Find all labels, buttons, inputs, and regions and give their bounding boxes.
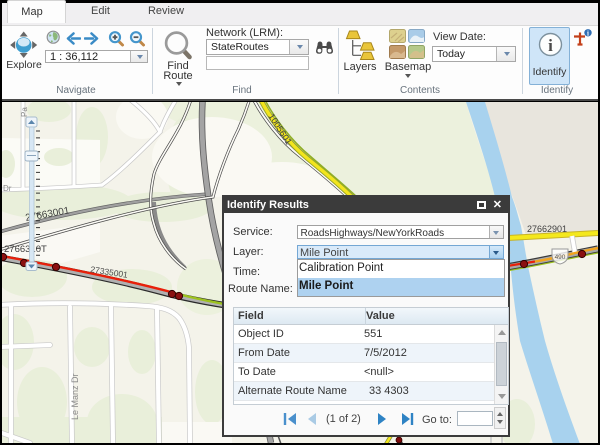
svg-text:Pa: Pa: [20, 107, 29, 117]
svg-text:490: 490: [555, 254, 566, 261]
svg-text:i: i: [587, 30, 589, 38]
svg-text:2766310T: 2766310T: [4, 244, 47, 255]
svg-text:Le Manz Dr: Le Manz Dr: [70, 373, 80, 420]
svg-text:27662901: 27662901: [527, 224, 567, 234]
svg-text:Dr: Dr: [3, 184, 12, 193]
svg-text:i: i: [548, 36, 553, 55]
